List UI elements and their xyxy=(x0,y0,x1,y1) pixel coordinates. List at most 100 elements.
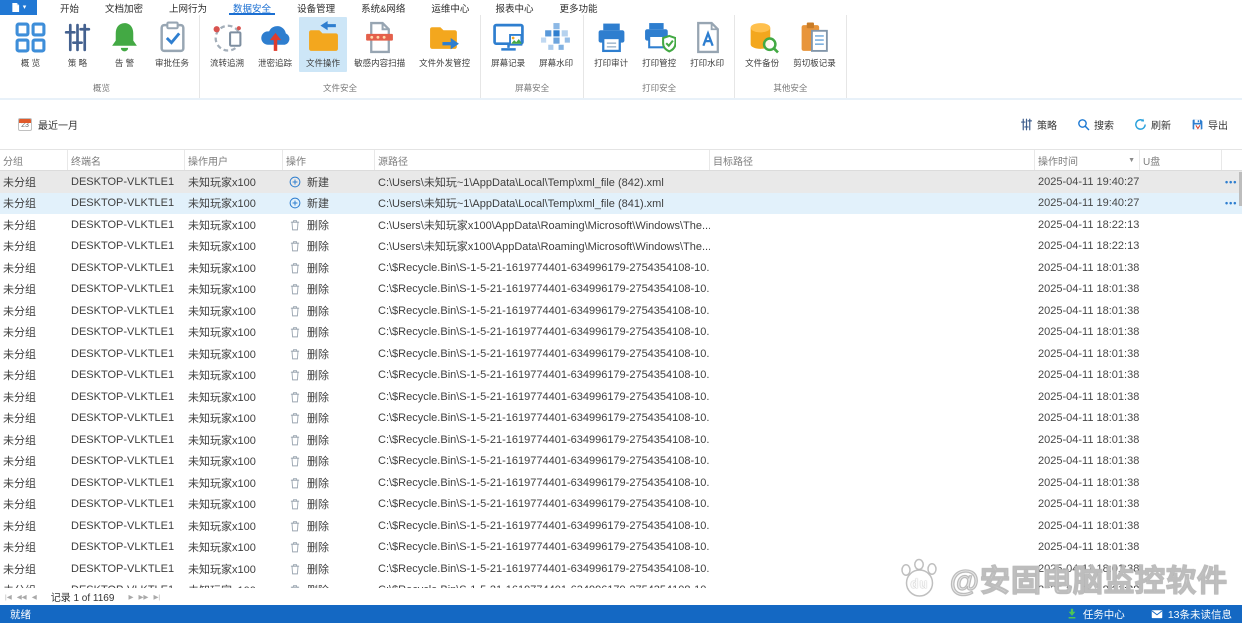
ribbon-item-trace-cycle[interactable]: 流转追溯 xyxy=(203,17,251,72)
ribbon: 概 览策 略告 警审批任务 概览 流转追溯 泄密追踪 文件操作 敏感内容扫描 文件外发管控 文… xyxy=(0,15,1242,100)
menu-tab-2[interactable]: 文档加密 xyxy=(92,0,156,15)
table-row[interactable]: 未分组 DESKTOP-VLKTLE1 未知玩家x100 删除C:\$Recycle.… xyxy=(0,386,1242,408)
cell-user: 未知玩家x100 xyxy=(188,563,256,576)
task-center-button[interactable]: 任务中心 xyxy=(1066,607,1125,622)
table-row[interactable]: 未分组 DESKTOP-VLKTLE1 未知玩家x100 删除C:\$Recycle.… xyxy=(0,257,1242,279)
table-row[interactable]: 未分组 DESKTOP-VLKTLE1 未知玩家x100 删除C:\$Recycle.… xyxy=(0,408,1242,430)
ribbon-group: 概 览 策 略 告 警 审批任务 概览 xyxy=(4,15,201,98)
menu-tab-8[interactable]: 报表中心 xyxy=(482,0,546,15)
menu-bar: ▾ 开始 文档加密 上网行为 数据安全 设备管理 系统&网络 运维中心 报表中心 更多功能 xyxy=(0,0,1242,15)
table-row[interactable]: 未分组 DESKTOP-VLKTLE1 未知玩家x100 新建 C:\Users\未知玩… xyxy=(0,192,1242,214)
ribbon-item-cloud-leak[interactable]: 泄密追踪 xyxy=(251,17,299,72)
ribbon-item-overview-grid[interactable]: 概 览 xyxy=(7,17,54,72)
cell-source-path: C:\$Recycle.Bin\S-1-5-21-1619774401-6349… xyxy=(378,476,710,489)
ribbon-item-label: 流转追溯 xyxy=(210,58,245,68)
ribbon-group-label: 屏幕安全 xyxy=(515,83,550,93)
pager: |◀ ◀◀ ◀ 记录 1 of 1169 ▶ ▶▶ ▶| xyxy=(0,588,1242,605)
menu-tab-1[interactable]: 开始 xyxy=(47,0,92,15)
download-arrow-icon xyxy=(1068,608,1076,619)
menu-tab-3[interactable]: 上网行为 xyxy=(156,0,220,15)
printer-icon xyxy=(595,21,628,54)
table-row[interactable]: 未分组 DESKTOP-VLKTLE1 未知玩家x100 删除C:\$Recycle.… xyxy=(0,343,1242,365)
ribbon-item-clipboard-check[interactable]: 审批任务 xyxy=(148,17,196,72)
cell-time: 2025-04-11 18:01:38 xyxy=(1038,304,1140,317)
menu-tab-4[interactable]: 数据安全 xyxy=(220,0,284,15)
menu-tab-5[interactable]: 设备管理 xyxy=(284,0,348,15)
ribbon-item-printer-shield[interactable]: 打印管控 xyxy=(635,17,683,72)
column-header-3[interactable]: 操作用户 xyxy=(185,150,283,170)
table-row[interactable]: 未分组 DESKTOP-VLKTLE1 未知玩家x100 删除 C:\Users\未知玩… xyxy=(0,214,1242,236)
ribbon-item-label: 剪切板记录 xyxy=(793,58,836,68)
date-filter[interactable]: 23 最近一月 xyxy=(18,117,78,132)
calendar-day: 23 xyxy=(21,122,29,129)
table-row[interactable]: 未分组 DESKTOP-VLKTLE1 未知玩家x100 删除 C:\Users\未知玩… xyxy=(0,236,1242,258)
cell-action: 删除 xyxy=(283,496,375,512)
pager-nav-button[interactable]: ◀◀ xyxy=(17,593,27,601)
cell-terminal: DESKTOP-VLKTLE1 xyxy=(71,218,175,231)
status-text: 就绪 xyxy=(10,608,31,621)
ribbon-item-printer[interactable]: 打印审计 xyxy=(587,17,635,72)
cell-source-path: C:\$Recycle.Bin\S-1-5-21-1619774401-6349… xyxy=(378,412,710,425)
cell-terminal: DESKTOP-VLKTLE1 xyxy=(71,562,175,575)
export-button[interactable]: 导出 xyxy=(1191,117,1228,132)
pager-nav-button[interactable]: ◀ xyxy=(32,593,37,601)
table-row[interactable]: 未分组 DESKTOP-VLKTLE1 未知玩家x100 删除C:\$Recycle.… xyxy=(0,429,1242,451)
column-header-2[interactable]: 终端名 xyxy=(68,150,185,170)
ribbon-item-pixel-watermark[interactable]: 屏幕水印 xyxy=(532,17,580,72)
table-row[interactable]: 未分组 DESKTOP-VLKTLE1 未知玩家x100 删除C:\$Recycle.… xyxy=(0,365,1242,387)
ribbon-item-folder-out[interactable]: 文件外发管控 xyxy=(412,17,477,72)
cell-terminal: DESKTOP-VLKTLE1 xyxy=(71,304,175,317)
bell-icon xyxy=(108,21,141,54)
table-row[interactable]: 未分组 DESKTOP-VLKTLE1 未知玩家x100 删除C:\$Recycle.… xyxy=(0,537,1242,559)
plus-circle-icon xyxy=(289,176,301,188)
table-row[interactable]: 未分组 DESKTOP-VLKTLE1 未知玩家x100 删除C:\$Recycle.… xyxy=(0,279,1242,301)
table-row[interactable]: 未分组 DESKTOP-VLKTLE1 未知玩家x100 删除C:\$Recycle.… xyxy=(0,558,1242,580)
pager-nav-button[interactable]: ▶ xyxy=(128,593,133,601)
pager-nav-button[interactable]: ▶▶ xyxy=(138,593,148,601)
table-row[interactable]: 未分组 DESKTOP-VLKTLE1 未知玩家x100 新建 C:\Users\未知玩… xyxy=(0,171,1242,193)
column-header-5[interactable]: 源路径 xyxy=(375,150,710,170)
ribbon-item-sliders[interactable]: 策 略 xyxy=(54,17,101,72)
column-header-4[interactable]: 操作 xyxy=(283,150,375,170)
menu-tab-9[interactable]: 更多功能 xyxy=(546,0,610,15)
ribbon-item-doc-scan[interactable]: 敏感内容扫描 xyxy=(347,17,412,72)
cell-terminal: DESKTOP-VLKTLE1 xyxy=(71,519,175,532)
trash-icon xyxy=(289,305,301,317)
unread-messages-button[interactable]: 13条未读信息 xyxy=(1151,607,1232,622)
ribbon-item-db-search[interactable]: 文件备份 xyxy=(738,17,786,72)
app-menu-button[interactable]: ▾ xyxy=(0,0,37,15)
pager-nav-button[interactable]: |◀ xyxy=(5,593,12,601)
cell-time: 2025-04-11 19:40:27 xyxy=(1038,197,1140,210)
cell-action: 删除 xyxy=(283,324,375,340)
cell-group: 未分组 xyxy=(3,241,36,254)
refresh-button[interactable]: 刷新 xyxy=(1134,117,1171,132)
cell-group: 未分组 xyxy=(3,198,36,211)
table-row[interactable]: 未分组 DESKTOP-VLKTLE1 未知玩家x100 删除C:\$Recycle.… xyxy=(0,494,1242,516)
app-window: ▾ 开始 文档加密 上网行为 数据安全 设备管理 系统&网络 运维中心 报表中心 更多功能 概 … xyxy=(0,0,1242,623)
menu-tab-6[interactable]: 系统&网络 xyxy=(348,0,418,15)
ribbon-item-folder-return[interactable]: 文件操作 xyxy=(299,17,348,72)
cell-terminal: DESKTOP-VLKTLE1 xyxy=(71,390,175,403)
ribbon-item-screen-record[interactable]: 屏幕记录 xyxy=(484,17,532,72)
column-header-7[interactable]: 操作时间 ▼ xyxy=(1035,150,1140,170)
ribbon-item-doc-a[interactable]: 打印水印 xyxy=(683,17,731,72)
clipboard-doc-icon xyxy=(798,21,831,54)
table-row[interactable]: 未分组 DESKTOP-VLKTLE1 未知玩家x100 删除C:\$Recycle.… xyxy=(0,451,1242,473)
sliders-sm-button[interactable]: 策略 xyxy=(1020,117,1057,132)
ribbon-item-bell[interactable]: 告 警 xyxy=(101,17,148,72)
cell-group: 未分组 xyxy=(3,327,36,340)
table-row[interactable]: 未分组 DESKTOP-VLKTLE1 未知玩家x100 删除C:\$Recycle.… xyxy=(0,472,1242,494)
cell-action: 删除 xyxy=(283,389,375,405)
ribbon-item-clipboard-doc[interactable]: 剪切板记录 xyxy=(786,17,843,72)
table-row[interactable]: 未分组 DESKTOP-VLKTLE1 未知玩家x100 删除C:\$Recycle.… xyxy=(0,515,1242,537)
trash-icon xyxy=(289,326,301,338)
pager-nav-button[interactable]: ▶| xyxy=(153,593,160,601)
menu-tab-7[interactable]: 运维中心 xyxy=(418,0,482,15)
column-header-9[interactable] xyxy=(1222,150,1242,170)
column-header-6[interactable]: 目标路径 xyxy=(710,150,1035,170)
search-button[interactable]: 搜索 xyxy=(1077,117,1114,132)
table-row[interactable]: 未分组 DESKTOP-VLKTLE1 未知玩家x100 删除C:\$Recycle.… xyxy=(0,322,1242,344)
column-header-8[interactable]: U盘 xyxy=(1140,150,1222,170)
column-header-1[interactable]: 分组 xyxy=(0,150,68,170)
table-row[interactable]: 未分组 DESKTOP-VLKTLE1 未知玩家x100 删除C:\$Recycle.… xyxy=(0,300,1242,322)
